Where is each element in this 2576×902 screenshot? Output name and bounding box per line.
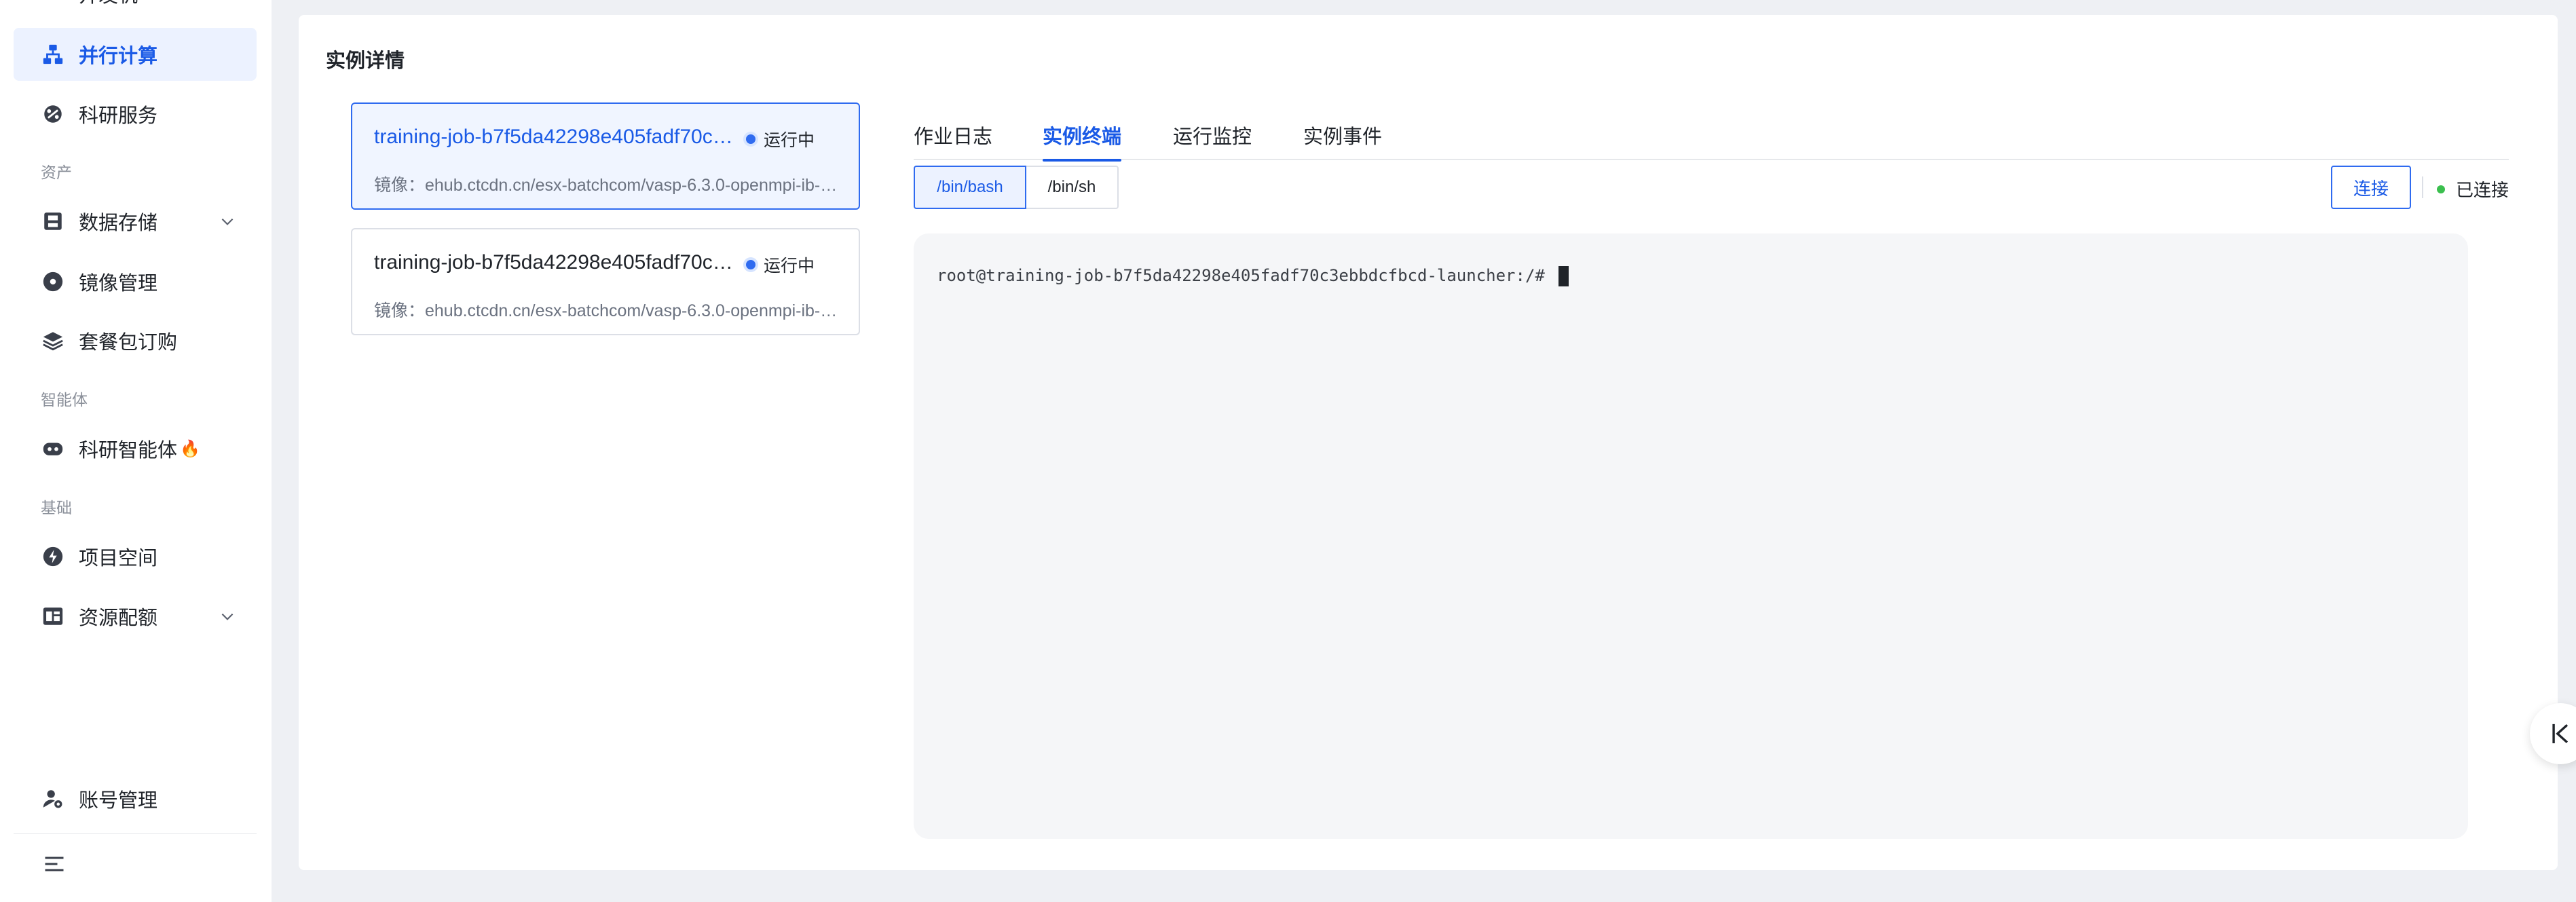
lightning-icon — [41, 544, 65, 569]
instance-item-worker[interactable]: training-job-b7f5da42298e405fadf70c3ebbd… — [351, 228, 860, 335]
terminal-cursor — [1558, 266, 1569, 286]
detail-tabs: 作业日志 实例终端 运行监控 实例事件 — [914, 105, 2509, 162]
sidebar-item-label: 套餐包订购 — [79, 332, 178, 354]
disc-icon — [41, 269, 65, 294]
connection-status: 已连接 — [2437, 176, 2509, 202]
status-dot-icon — [746, 260, 755, 269]
sidebar-item-label: 科研服务 — [79, 105, 158, 127]
tab-instance-events[interactable]: 实例事件 — [1303, 121, 1382, 160]
section-label-basics: 基础 — [41, 499, 72, 516]
sidebar: 开发机 并行计算 科研服务 资产 数据存储 镜像管理 套餐包订购 智能体 — [0, 0, 272, 902]
sidebar-item-label: 并行计算 — [79, 45, 158, 67]
tab-instance-terminal[interactable]: 实例终端 — [1043, 121, 1122, 162]
user-gear-icon — [41, 787, 65, 811]
robot-icon — [41, 436, 65, 461]
sidebar-item-data-storage[interactable]: 数据存储 — [14, 195, 257, 248]
quota-icon — [41, 604, 65, 628]
connected-dot-icon — [2437, 185, 2445, 193]
connect-button[interactable]: 连接 — [2331, 166, 2411, 209]
sidebar-item-label: 项目空间 — [79, 548, 158, 569]
collapse-left-icon — [2552, 724, 2569, 744]
menu-collapse-icon[interactable] — [42, 852, 67, 876]
sidebar-item-label: 资源配额 — [79, 607, 158, 629]
sidebar-item-account-management[interactable]: 账号管理 — [14, 772, 257, 825]
instance-name: training-job-b7f5da42298e405fadf70c3ebbd… — [374, 126, 741, 148]
chevron-down-icon[interactable] — [219, 607, 236, 625]
sidebar-item-label: 镜像管理 — [79, 273, 158, 295]
research-icon — [41, 102, 65, 126]
sidebar-item-label: 账号管理 — [79, 790, 158, 812]
tab-run-monitor[interactable]: 运行监控 — [1173, 121, 1252, 160]
instance-detail-card: 实例详情 training-job-b7f5da42298e405fadf70c… — [299, 15, 2558, 870]
sidebar-item-label: 开发机 — [79, 0, 138, 8]
status-badge: 运行中 — [746, 127, 815, 151]
shell-option-bash[interactable]: /bin/bash — [914, 166, 1026, 209]
storage-icon — [41, 209, 65, 233]
instance-image: 镜像：ehub.ctcdn.cn/esx-batchcom/vasp-6.3.0… — [374, 301, 842, 320]
sidebar-item-package-order[interactable]: 套餐包订购 — [14, 314, 257, 367]
divider — [2422, 176, 2423, 198]
page-title: 实例详情 — [326, 50, 405, 72]
status-badge: 运行中 — [746, 252, 815, 277]
sidebar-item-research-agent[interactable]: 科研智能体 🔥 — [14, 422, 257, 475]
fire-icon: 🔥 — [180, 439, 200, 458]
sidebar-item-research-service[interactable]: 科研服务 — [14, 88, 257, 140]
status-dot-icon — [746, 134, 755, 144]
instance-name: training-job-b7f5da42298e405fadf70c3ebbd… — [374, 251, 741, 274]
org-tree-icon — [41, 42, 65, 67]
instance-image: 镜像：ehub.ctcdn.cn/esx-batchcom/vasp-6.3.0… — [374, 176, 842, 195]
sidebar-item-image-management[interactable]: 镜像管理 — [14, 255, 257, 308]
sidebar-divider — [14, 833, 257, 834]
instance-item-launcher[interactable]: training-job-b7f5da42298e405fadf70c3ebbd… — [351, 102, 860, 210]
chevron-down-icon[interactable] — [219, 212, 236, 230]
sidebar-item-dev-machine[interactable]: 开发机 — [14, 0, 257, 20]
sidebar-item-label: 科研智能体 — [79, 440, 178, 462]
sidebar-item-parallel-compute[interactable]: 并行计算 — [14, 28, 257, 81]
sidebar-item-label: 数据存储 — [79, 212, 158, 234]
sidebar-item-project-space[interactable]: 项目空间 — [14, 530, 257, 583]
monitor-icon — [41, 0, 65, 6]
terminal-console[interactable]: root@training-job-b7f5da42298e405fadf70c… — [914, 233, 2468, 839]
terminal-prompt: root@training-job-b7f5da42298e405fadf70c… — [937, 266, 1555, 285]
tab-job-log[interactable]: 作业日志 — [914, 121, 992, 160]
layers-icon — [41, 328, 65, 353]
section-label-assets: 资产 — [41, 164, 72, 181]
shell-option-sh[interactable]: /bin/sh — [1025, 166, 1119, 209]
sidebar-item-resource-quota[interactable]: 资源配额 — [14, 590, 257, 643]
section-label-agents: 智能体 — [41, 391, 88, 409]
